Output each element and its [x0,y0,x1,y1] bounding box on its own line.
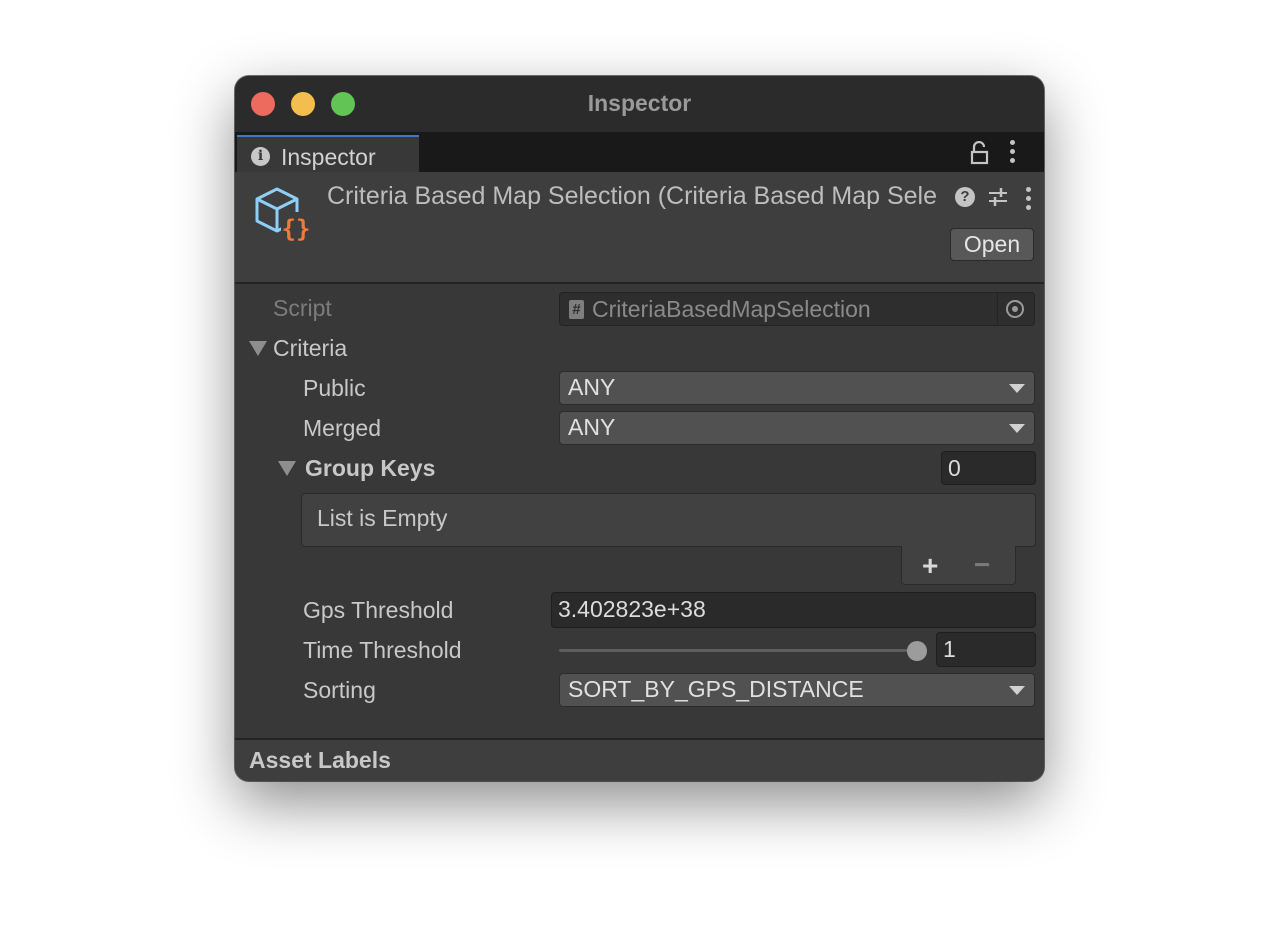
script-object-field: # CriteriaBasedMapSelection [559,292,1035,326]
time-threshold-label: Time Threshold [303,637,462,663]
group-keys-foldout-label[interactable]: Group Keys [305,455,435,482]
slider-thumb[interactable] [907,641,927,661]
list-empty-text: List is Empty [317,505,448,531]
tab-label: Inspector [281,144,376,170]
merged-label: Merged [303,415,381,441]
script-asset-icon: {} [255,187,311,243]
component-header: {} Criteria Based Map Selection (Criteri… [235,172,1044,282]
time-threshold-slider[interactable] [559,641,927,661]
public-label: Public [303,375,366,401]
merged-dropdown-value: ANY [568,414,616,440]
chevron-down-icon [1009,424,1025,433]
public-dropdown-value: ANY [568,374,616,400]
tab-inspector[interactable]: i Inspector [237,135,419,172]
chevron-down-icon [1009,384,1025,393]
asset-labels-label: Asset Labels [249,747,391,773]
gps-threshold-label: Gps Threshold [303,597,454,623]
asset-labels-bar[interactable]: Asset Labels [235,740,1044,781]
gps-threshold-field[interactable]: 3.402823e+38 [551,592,1036,628]
group-keys-foldout-arrow-icon[interactable] [278,461,296,476]
group-keys-size-field[interactable]: 0 [941,451,1036,485]
chevron-down-icon [1009,686,1025,695]
window-title: Inspector [587,90,692,116]
open-button[interactable]: Open [950,228,1034,261]
object-picker-icon [997,293,1034,325]
csharp-script-icon: # [569,300,584,319]
lock-icon[interactable] [969,141,991,165]
remove-element-button[interactable]: − [974,549,990,581]
group-keys-list: List is Empty [301,493,1036,547]
list-footer: + − [901,546,1016,585]
merged-dropdown[interactable]: ANY [559,411,1035,445]
sorting-dropdown-value: SORT_BY_GPS_DISTANCE [568,676,864,702]
sorting-dropdown[interactable]: SORT_BY_GPS_DISTANCE [559,673,1035,707]
add-element-button[interactable]: + [922,550,938,582]
script-label: Script [273,295,332,321]
public-dropdown[interactable]: ANY [559,371,1035,405]
svg-text:{}: {} [282,215,311,243]
presets-icon[interactable] [987,185,1009,209]
header-divider [235,282,1044,284]
info-icon: i [251,147,270,166]
tab-bar: i Inspector [235,132,1044,172]
criteria-foldout-label[interactable]: Criteria [273,335,347,362]
tab-menu-kebab-icon[interactable] [1010,140,1016,167]
component-title: Criteria Based Map Selection (Criteria B… [327,182,937,210]
inspector-window: Inspector i Inspector {} Criteria Based … [235,76,1044,781]
criteria-foldout-arrow-icon[interactable] [249,341,267,356]
time-threshold-field[interactable]: 1 [936,632,1036,667]
help-icon[interactable]: ? [955,187,975,207]
sorting-label: Sorting [303,677,376,703]
title-bar: Inspector [235,76,1044,132]
script-object-value: CriteriaBasedMapSelection [592,296,871,322]
component-menu-kebab-icon[interactable] [1026,187,1032,214]
